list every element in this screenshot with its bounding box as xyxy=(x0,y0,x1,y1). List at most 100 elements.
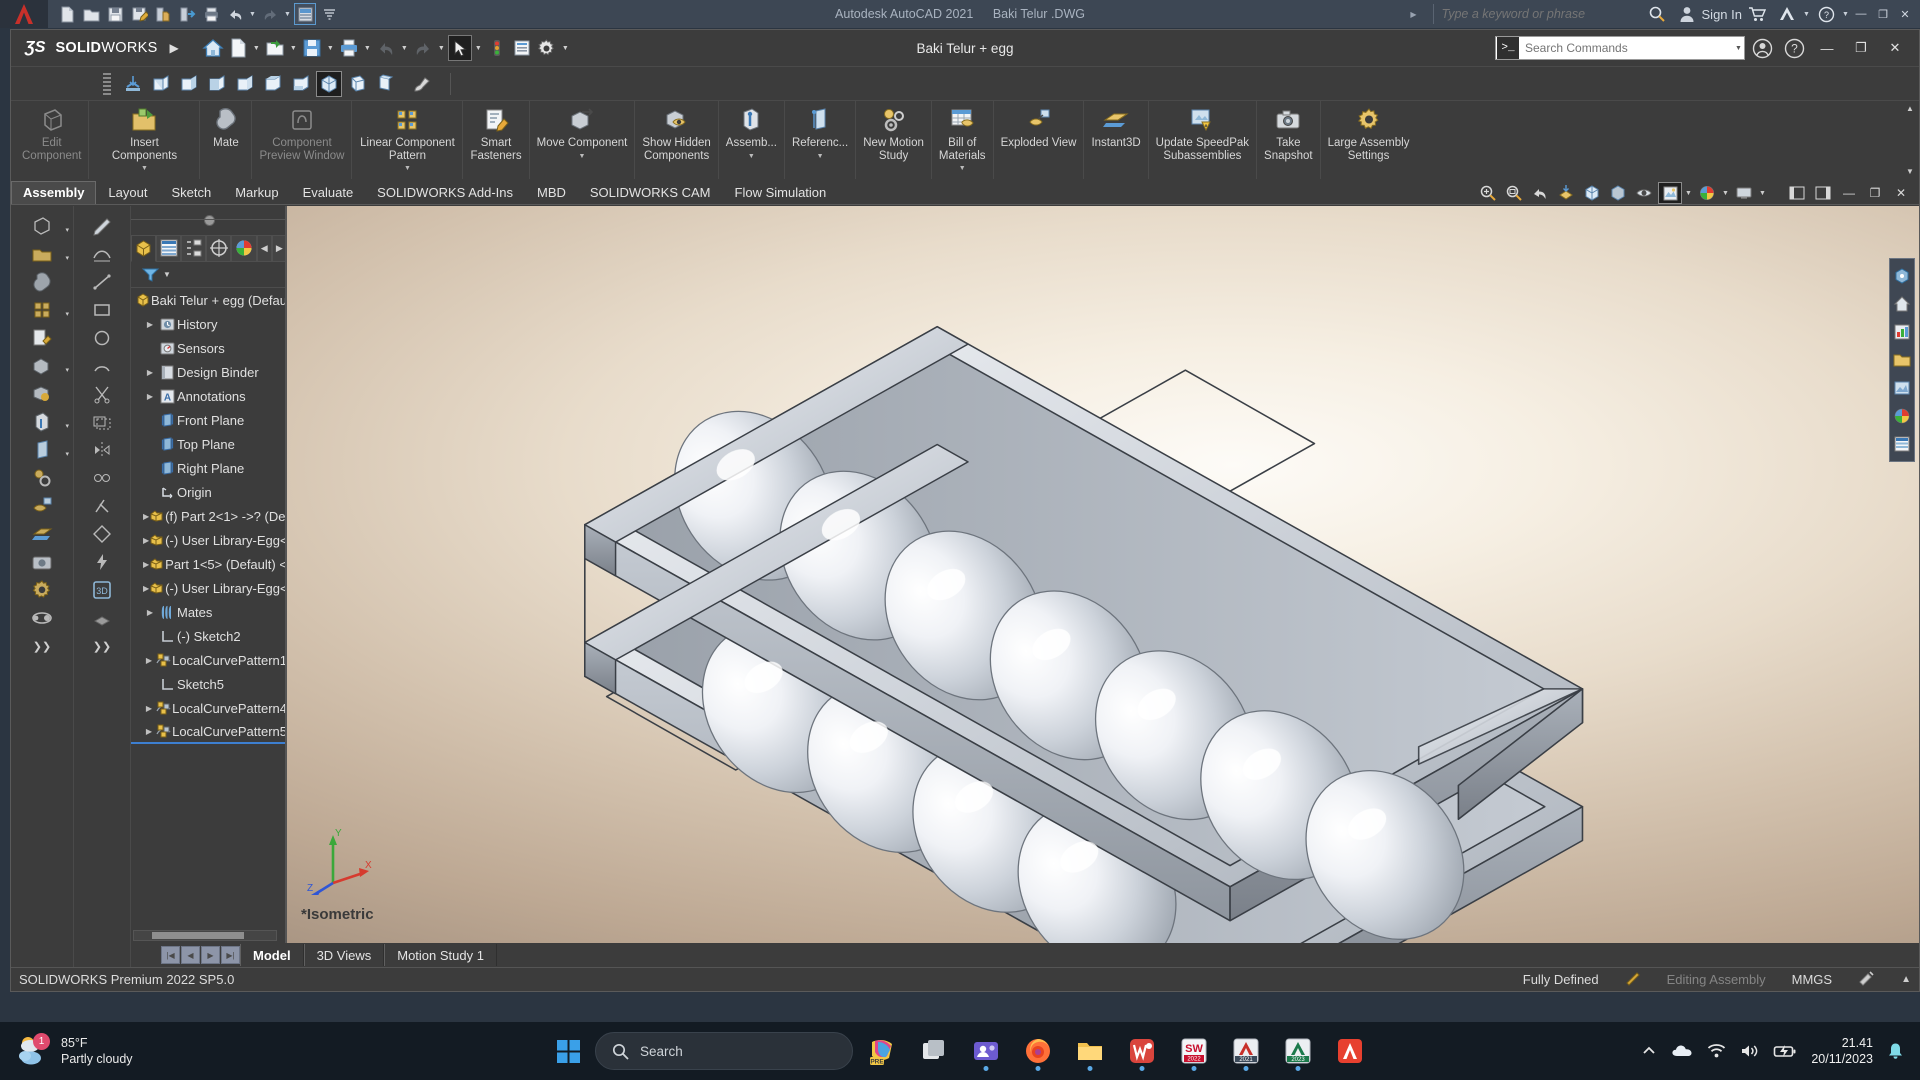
send-icon[interactable] xyxy=(176,3,198,25)
ribbon-instant3d[interactable]: Instant3D xyxy=(1084,101,1149,179)
export-icon[interactable] xyxy=(152,3,174,25)
status-expand-icon[interactable]: ▲ xyxy=(1901,974,1911,985)
appearance-brush-icon[interactable] xyxy=(409,71,435,97)
firefox-app[interactable] xyxy=(1016,1029,1060,1073)
shopping-cart-icon[interactable] xyxy=(1747,4,1767,24)
ribbon-move-component[interactable]: Move Component ▼ xyxy=(530,101,636,179)
display-manager-tab[interactable] xyxy=(231,234,257,262)
apply-scene-icon[interactable] xyxy=(1658,182,1682,204)
close-document-button[interactable]: ✕ xyxy=(1889,182,1913,204)
home-icon[interactable] xyxy=(201,35,225,61)
ribbon-component-preview-window[interactable]: Component Preview Window xyxy=(252,101,353,179)
zoom-to-fit-icon[interactable] xyxy=(1476,182,1500,204)
appearances-palette-icon[interactable] xyxy=(1890,402,1914,430)
show-hidden-tool-icon[interactable] xyxy=(11,380,73,408)
tab-evaluate[interactable]: Evaluate xyxy=(291,181,366,204)
minimize-document-button[interactable]: — xyxy=(1837,182,1861,204)
next-tab-button[interactable]: ▶ xyxy=(201,946,220,964)
redo-dropdown[interactable]: ▼ xyxy=(436,35,447,61)
select-icon[interactable] xyxy=(447,35,472,61)
bottom-tab-model[interactable]: Model xyxy=(240,944,304,966)
chevron-down-icon[interactable]: ▼ xyxy=(579,151,586,164)
feature-tree-item[interactable]: ▶ Design Binder xyxy=(131,360,287,384)
sketch-tool-icon[interactable] xyxy=(74,212,130,240)
edit-component-tool-icon[interactable]: ▾ xyxy=(11,212,73,240)
circle-tool-icon[interactable] xyxy=(74,324,130,352)
reference-geometry-tool-icon[interactable]: ▾ xyxy=(11,436,73,464)
expand-arrow-icon[interactable]: ▶ xyxy=(143,608,157,617)
feature-tree-item[interactable]: ▶ LocalCurvePattern4 xyxy=(131,696,287,720)
rectangle-tool-icon[interactable] xyxy=(74,296,130,324)
tree-filter[interactable]: ▼ xyxy=(131,262,287,288)
ribbon-smart-fasteners[interactable]: Smart Fasteners xyxy=(463,101,530,179)
view-orientation-front-icon[interactable] xyxy=(148,71,174,97)
autocad-2021-app[interactable]: 2021 xyxy=(1224,1029,1268,1073)
wps-office-app[interactable] xyxy=(1120,1029,1164,1073)
view-orientation-right-icon[interactable] xyxy=(232,71,258,97)
exploded-view-tool-icon[interactable] xyxy=(11,492,73,520)
gear-icon[interactable] xyxy=(535,35,559,61)
solidworks-logo[interactable]: ƷS SOLIDWORKS xyxy=(11,39,158,57)
feature-tree-item[interactable]: Sketch5 xyxy=(131,672,287,696)
design-library-icon[interactable] xyxy=(1890,430,1914,458)
assembly-features-tool-icon[interactable]: ▾ xyxy=(11,408,73,436)
undo-icon[interactable] xyxy=(374,35,398,61)
feature-tree-item[interactable]: ▶ History xyxy=(131,312,287,336)
tab-solidworks-add-ins[interactable]: SOLIDWORKS Add-Ins xyxy=(365,181,525,204)
show-hidden-icons[interactable] xyxy=(1641,1043,1657,1059)
view-orientation-left-icon[interactable] xyxy=(204,71,230,97)
autocad-2023-app[interactable]: 2023 xyxy=(1276,1029,1320,1073)
previous-tab-button[interactable]: ◀ xyxy=(181,946,200,964)
search-commands[interactable]: >_ ▼ xyxy=(1495,36,1745,60)
print-dropdown[interactable]: ▼ xyxy=(362,35,373,61)
home-view-icon[interactable] xyxy=(1890,290,1914,318)
feature-tree-item[interactable]: Sensors xyxy=(131,336,287,360)
restore-document-button[interactable]: ❐ xyxy=(1863,182,1887,204)
solidworks-close-button[interactable]: ✕ xyxy=(1879,33,1911,63)
status-units[interactable]: MMGS xyxy=(1792,972,1832,987)
take-snapshot-tool-icon[interactable] xyxy=(11,548,73,576)
notifications-bell-icon[interactable] xyxy=(1887,1042,1904,1060)
print-icon[interactable] xyxy=(200,3,222,25)
line-tool-icon[interactable] xyxy=(74,268,130,296)
ribbon-mate[interactable]: Mate xyxy=(200,101,253,179)
ribbon-edit-component[interactable]: Edit Component xyxy=(15,101,90,179)
more-sketch-tools-icon[interactable]: ❯❯ xyxy=(74,632,130,660)
auto-show-pin-icon[interactable] xyxy=(203,214,215,226)
autocad-logo[interactable] xyxy=(0,0,48,28)
ribbon-large-assembly-settings[interactable]: Large Assembly Settings xyxy=(1321,101,1417,179)
expand-arrow-icon[interactable]: ▶ xyxy=(143,320,157,329)
view-orientation-icon[interactable] xyxy=(1580,182,1604,204)
section-view-icon[interactable] xyxy=(120,71,146,97)
weather-widget[interactable]: 1 85°F Partly cloudy xyxy=(0,1033,300,1068)
save-dropdown[interactable]: ▼ xyxy=(325,35,336,61)
expand-panel-icon[interactable] xyxy=(1811,182,1835,204)
ribbon-linear-component-pattern[interactable]: Linear Component Pattern ▼ xyxy=(352,101,464,179)
section-tool-icon[interactable] xyxy=(74,604,130,632)
trim-entities-tool-icon[interactable] xyxy=(74,380,130,408)
chevron-down-icon[interactable]: ▼ xyxy=(404,163,411,176)
redo-icon[interactable] xyxy=(411,35,435,61)
start-button[interactable] xyxy=(547,1030,589,1072)
solidworks-restore-button[interactable]: ❐ xyxy=(1845,33,1877,63)
view-orientation-trimetric-icon[interactable] xyxy=(344,71,370,97)
autocad-minimize-button[interactable]: — xyxy=(1850,0,1872,28)
open-file-icon[interactable] xyxy=(80,3,102,25)
feature-tree-item[interactable]: ▶ LocalCurvePattern5 xyxy=(131,720,287,744)
bottom-tab-motion-study-1[interactable]: Motion Study 1 xyxy=(384,944,497,966)
chevron-down-icon[interactable]: ▼ xyxy=(748,151,755,164)
cam-feature-tree-tab[interactable]: ◀ xyxy=(256,234,272,262)
render-tools-icon[interactable] xyxy=(1890,374,1914,402)
previous-view-icon[interactable] xyxy=(1528,182,1552,204)
battery-icon[interactable] xyxy=(1773,1043,1797,1059)
view-selector-icon[interactable] xyxy=(1890,262,1914,290)
redo-icon[interactable] xyxy=(259,3,281,25)
task-view-app[interactable] xyxy=(912,1029,956,1073)
expand-arrow-icon[interactable]: ▶ xyxy=(143,656,155,665)
tab-layout[interactable]: Layout xyxy=(96,181,159,204)
open-document-icon[interactable] xyxy=(263,35,287,61)
wifi-icon[interactable] xyxy=(1707,1043,1726,1059)
options-list-icon[interactable] xyxy=(510,35,534,61)
property-manager-tab[interactable] xyxy=(156,234,182,262)
ribbon-scroll-up[interactable]: ▲ xyxy=(1906,104,1914,113)
